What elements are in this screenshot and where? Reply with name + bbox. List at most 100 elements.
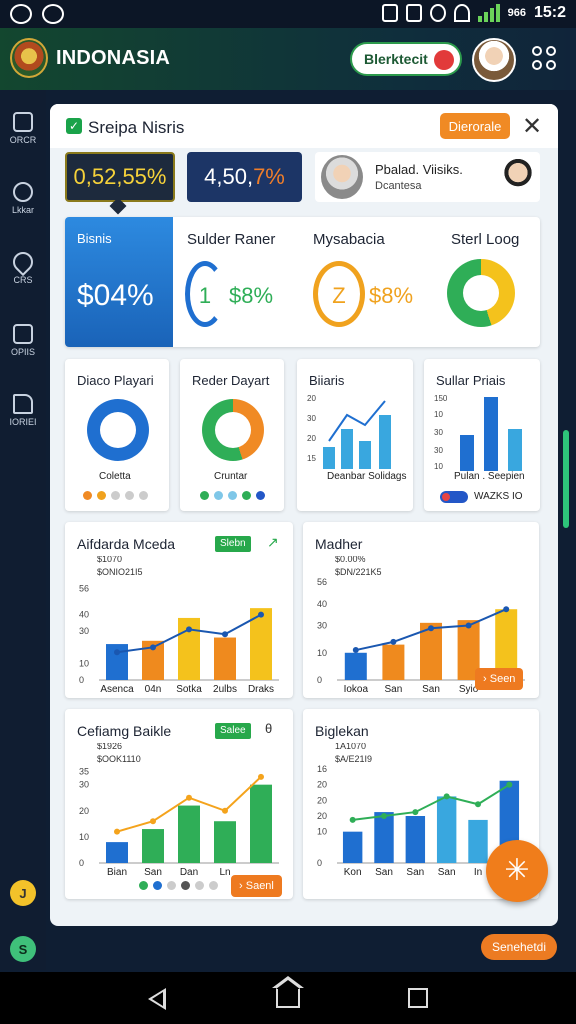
x-tick-label: Iokoa bbox=[344, 684, 369, 694]
line-point bbox=[114, 828, 120, 835]
donut-hole bbox=[463, 275, 499, 311]
line-point bbox=[352, 647, 359, 654]
side-nav-label: IORIEI bbox=[9, 417, 37, 427]
y-tick-label: 56 bbox=[79, 584, 89, 594]
line-point bbox=[222, 807, 228, 814]
y-tick: 10 bbox=[434, 410, 443, 419]
line-point bbox=[258, 773, 264, 780]
back-icon[interactable] bbox=[148, 988, 166, 1010]
small-card-3-caption: Deanbar Solidags bbox=[327, 471, 407, 482]
chart-subline: $A/E21I9 bbox=[335, 754, 372, 764]
bar bbox=[436, 796, 457, 863]
chart-card-1[interactable]: Aifdarda Mceda Slebn ↗ $1070 $ONIO21I5 56 4… bbox=[65, 522, 293, 698]
bar bbox=[342, 831, 363, 863]
metric-col-3[interactable]: Sterl Loog bbox=[425, 217, 540, 347]
x-tick-label: Kon bbox=[344, 867, 362, 877]
home-icon[interactable] bbox=[272, 976, 304, 1008]
sync-icon bbox=[42, 4, 64, 24]
toggle-switch[interactable] bbox=[440, 491, 468, 503]
bar bbox=[341, 429, 353, 469]
close-icon[interactable]: ✕ bbox=[522, 112, 542, 141]
x-tick-label: Sotka bbox=[176, 684, 202, 694]
recents-icon[interactable] bbox=[408, 988, 428, 1008]
bar bbox=[106, 842, 128, 863]
y-tick-label: 10 bbox=[317, 827, 327, 837]
line-point bbox=[506, 781, 513, 788]
bar bbox=[379, 415, 391, 469]
side-nav-item-lkkar[interactable]: Lkkar bbox=[4, 182, 42, 215]
chart-1-plot: $1070 $ONIO21I5 56 40 30 10 0 Asenca 04n Sotka 2ul… bbox=[79, 556, 279, 694]
metric-blue-tile[interactable]: Bisnis $04% bbox=[65, 217, 173, 347]
bar bbox=[344, 652, 367, 680]
donut-hole bbox=[215, 412, 251, 448]
person-avatar bbox=[321, 155, 363, 199]
side-nav-item-crs[interactable]: CRS bbox=[4, 247, 42, 285]
bar bbox=[468, 819, 488, 863]
folder-icon bbox=[13, 394, 33, 414]
donut-chart-1 bbox=[87, 399, 149, 461]
status-time: 15:2 bbox=[533, 4, 566, 21]
panel-header-button[interactable]: Dierorale bbox=[440, 113, 510, 139]
small-card-4[interactable]: Sullar Priais 150 10 30 30 10 Pulan . Se… bbox=[424, 359, 540, 511]
metric-col-1[interactable]: Sulder Raner 1 $8% bbox=[173, 217, 299, 347]
metric-blue-label: Bisnis bbox=[77, 231, 112, 246]
lock-icon[interactable]: θ bbox=[265, 721, 272, 736]
small-card-2-caption: Cruntar bbox=[214, 471, 248, 482]
side-nav-bubble-top[interactable]: J bbox=[10, 880, 36, 906]
x-tick-label: Dan bbox=[180, 867, 198, 877]
person-card[interactable]: Pbalad. Viisiks. Dcantesa bbox=[315, 152, 540, 202]
y-tick-label: 0 bbox=[317, 858, 322, 868]
chart-card-2[interactable]: Madher $0.00% $DN/221K5 56 40 30 10 0 Iokoa San S… bbox=[303, 522, 539, 698]
chart-2-seen-button[interactable]: › Seen bbox=[475, 668, 524, 690]
chart-subline: $OOK1110 bbox=[97, 754, 141, 764]
small-card-1[interactable]: Diaco Playari Coletta bbox=[65, 359, 169, 511]
side-nav-item-ioriei[interactable]: IORIEI bbox=[4, 394, 42, 427]
metric-col-1-label: Sulder Raner bbox=[187, 231, 276, 248]
chart-card-3[interactable]: Cefiamg Baikle Salee θ $1926 $OOK1110 35 30… bbox=[65, 709, 293, 899]
system-nav-bar bbox=[0, 972, 576, 1024]
chart-3-save-button[interactable]: › Saenl bbox=[231, 875, 282, 897]
status-notification-icons bbox=[10, 4, 64, 24]
chart-2-button-label: Seen bbox=[489, 673, 516, 685]
chart-3-title: Cefiamg Baikle bbox=[77, 723, 172, 739]
power-icon bbox=[434, 50, 454, 70]
y-tick: 30 bbox=[434, 446, 443, 455]
metric-col-1-value: $8% bbox=[229, 283, 274, 308]
y-tick-label: 20 bbox=[317, 795, 327, 805]
chart-1-tag[interactable]: Slebn bbox=[215, 536, 251, 552]
profile-avatar[interactable] bbox=[472, 38, 516, 82]
x-tick-label: Bian bbox=[107, 867, 127, 877]
bar bbox=[484, 397, 498, 471]
side-nav-label: OPIIS bbox=[10, 347, 35, 357]
app-title: INDONASIA bbox=[56, 47, 171, 69]
line-point bbox=[150, 818, 156, 825]
small-card-2[interactable]: Reder Dayart Cruntar bbox=[180, 359, 284, 511]
x-tick-label: Draks bbox=[248, 684, 274, 694]
scrollbar[interactable] bbox=[563, 430, 569, 528]
x-tick-label: San bbox=[406, 867, 424, 877]
metric-col-2[interactable]: Mysabacia Z $8% bbox=[299, 217, 425, 347]
y-tick: 30 bbox=[307, 414, 316, 423]
y-tick-label: 0 bbox=[79, 858, 84, 868]
person-role: Dcantesa bbox=[375, 180, 422, 192]
side-nav-bubble-bottom[interactable]: S bbox=[10, 936, 36, 962]
fab-action-button[interactable]: ✳ bbox=[486, 840, 548, 902]
pen-icon bbox=[8, 247, 38, 277]
signal-icon bbox=[477, 4, 500, 22]
apps-menu-icon[interactable] bbox=[532, 46, 556, 70]
side-nav-label: Lkkar bbox=[11, 205, 34, 215]
y-tick-label: 56 bbox=[317, 577, 327, 587]
cta-label: Blerktecit bbox=[364, 51, 428, 67]
side-nav-item-opiis[interactable]: OPIIS bbox=[4, 324, 42, 357]
bar bbox=[214, 821, 236, 863]
footer-button[interactable]: Senehetdi bbox=[481, 934, 557, 960]
garuda-logo-icon bbox=[10, 38, 48, 78]
app-bar-cta-button[interactable]: Blerktecit bbox=[350, 42, 462, 76]
x-tick-label: San bbox=[422, 684, 440, 694]
small-card-3[interactable]: Biiaris 20 30 20 15 Deanbar Solidags bbox=[297, 359, 413, 511]
side-nav-item-orcr[interactable]: ORCR bbox=[4, 112, 42, 145]
chart-3-tag[interactable]: Salee bbox=[215, 723, 251, 739]
y-tick: 20 bbox=[307, 395, 316, 403]
line-point bbox=[390, 638, 397, 645]
chart-subline: $ONIO21I5 bbox=[97, 567, 143, 577]
